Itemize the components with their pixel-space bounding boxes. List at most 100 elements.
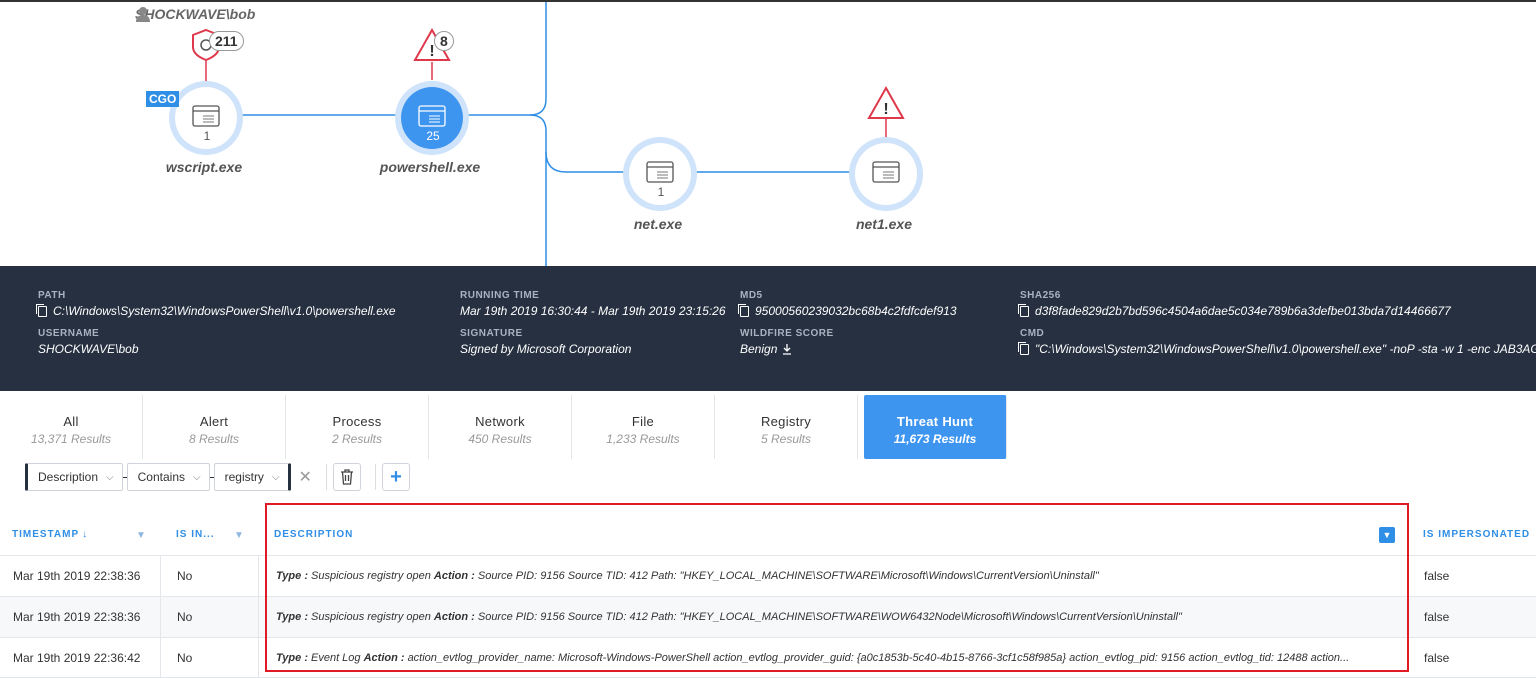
copy-icon[interactable] [738,303,749,317]
filter-field-value: Description [38,470,99,484]
column-divider [258,556,259,596]
wildfire-value: Benign [740,342,778,356]
column-header-timestamp[interactable]: TIMESTAMP ↓ [12,514,142,555]
node-net[interactable] [623,137,697,211]
tab-count: 13,371 Results [30,432,112,446]
username-label: USERNAME [38,328,100,339]
column-header-label: TIMESTAMP [12,529,80,540]
tab-label: Network [475,414,525,429]
filter-bar: Description ⌵ Contains ⌵ registry ⌵ ✕ + [25,462,424,492]
description-cell: Type : Event Log Action : action_evtlog_pr… [276,638,1376,677]
path-label: PATH [38,290,66,301]
type-value: Event Log [311,651,361,664]
type-value: Suspicious registry open [311,570,431,582]
copy-icon[interactable] [1018,341,1029,355]
filter-operator-select[interactable]: Contains ⌵ [126,463,210,491]
sort-arrow-icon: ↓ [82,529,89,540]
tab-label: Process [332,414,382,429]
table-row[interactable]: Mar 19th 2019 22:38:36 No Type : Suspicio… [0,597,1536,638]
wildfire-label: WILDFIRE SCORE [740,328,834,339]
filter-value-text: registry [224,470,264,484]
download-icon[interactable] [781,343,793,355]
tab-registry[interactable]: Registry 5 Results [715,395,858,459]
filter-icon[interactable]: ▼ [136,530,146,541]
node-powershell[interactable] [395,81,469,155]
username-value: SHOCKWAVE\bob [38,342,139,356]
warning-icon[interactable]: ! [867,85,905,119]
column-header-is-impersonated[interactable]: IS IMPERSONATED [1423,514,1536,555]
tab-count: 450 Results [468,432,532,446]
timestamp-cell: Mar 19th 2019 22:38:36 [13,610,141,624]
table-row[interactable]: Mar 19th 2019 22:38:36 No Type : Suspicio… [0,556,1536,597]
column-header-description[interactable]: DESCRIPTION [274,514,574,555]
results-tabs: All 13,371 Results Alert 8 Results Process… [0,395,1007,459]
type-label: Type : [276,651,308,664]
table-row[interactable]: Mar 19th 2019 22:36:42 No Type : Event Lo… [0,638,1536,678]
node-label: wscript.exe [165,159,243,175]
signature-field: SIGNATURE Signed by Microsoft Corporatio… [460,328,631,356]
tab-network[interactable]: Network 450 Results [429,395,572,459]
impersonated-cell: false [1424,650,1450,665]
table-header: TIMESTAMP ↓ ▼ IS IN... ▼ DESCRIPTION ▼ IS… [0,514,1536,556]
tab-count: 11,673 Results [893,432,977,446]
tab-label: Threat Hunt [896,414,974,429]
action-label: Action : [363,651,405,664]
tab-count: 8 Results [188,432,240,446]
clear-filter-icon[interactable]: ✕ [299,467,312,487]
copy-icon[interactable] [36,303,47,317]
filter-connector [209,476,214,478]
node-wscript[interactable] [169,81,243,155]
tab-alert[interactable]: Alert 8 Results [143,395,286,459]
process-details-panel: PATH C:\Windows\System32\WindowsPowerShe… [0,266,1536,391]
tab-threat-hunt[interactable]: Threat Hunt 11,673 Results [864,395,1007,459]
filter-field-select[interactable]: Description ⌵ [25,463,123,491]
running-time-label: RUNNING TIME [460,290,540,301]
column-divider [258,638,259,677]
signature-value: Signed by Microsoft Corporation [460,342,632,356]
sha256-label: SHA256 [1020,290,1061,301]
node-label: net1.exe [855,216,913,232]
node-net1[interactable] [849,137,923,211]
type-label: Type : [276,611,308,623]
column-header-is-in[interactable]: IS IN... [176,514,236,555]
tab-count: 5 Results [760,432,812,446]
cmd-value: "C:\Windows\System32\WindowsPowerShell\v… [1035,342,1536,356]
sha256-field: SHA256 d3f8fade829d2b7bd596c4504a6dae5c0… [1018,290,1451,318]
tab-label: Registry [760,414,812,429]
timestamp-cell: Mar 19th 2019 22:36:42 [13,650,141,665]
filter-value-select[interactable]: registry ⌵ [213,463,291,491]
divider [325,464,327,490]
path-value: C:\Windows\System32\WindowsPowerShell\v1… [53,304,396,318]
tab-file[interactable]: File 1,233 Results [572,395,715,459]
delete-filter-button[interactable] [332,463,361,491]
user-icon [136,7,150,22]
add-filter-button[interactable]: + [381,463,410,491]
alert-count-badge: 8 [434,31,454,51]
process-graph: ! ! SHOCKWAVE\bob 211 8 CGO 1 25 1 wscri… [0,0,1536,268]
is-in-cell: No [177,610,193,624]
is-in-cell: No [177,569,193,583]
graph-user-name: SHOCKWAVE\bob [135,6,256,22]
sha256-value: d3f8fade829d2b7bd596c4504a6dae5c034e789b… [1035,304,1451,318]
impersonated-cell: false [1424,569,1450,583]
cmd-field: CMD "C:\Windows\System32\WindowsPowerShe… [1018,328,1536,356]
copy-icon[interactable] [1018,303,1029,317]
md5-label: MD5 [740,290,763,301]
description-cell: Type : Suspicious registry open Action :S… [276,597,1376,637]
tab-all[interactable]: All 13,371 Results [0,395,143,459]
node-count: 1 [657,185,665,199]
graph-user: SHOCKWAVE\bob [135,6,255,22]
filter-operator-value: Contains [137,470,185,484]
svg-text:!: ! [883,101,888,118]
chevron-down-icon: ⌵ [193,471,201,483]
plus-icon: + [390,465,402,488]
filter-icon[interactable]: ▼ [234,530,244,541]
action-value: Source PID: 9156 Source TID: 412 Path: "… [477,570,1099,582]
signature-label: SIGNATURE [460,328,523,339]
svg-text:!: ! [429,43,434,60]
node-count: 1 [203,129,211,143]
tab-label: Alert [199,414,229,429]
tab-process[interactable]: Process 2 Results [286,395,429,459]
filter-active-icon[interactable]: ▼ [1379,527,1395,543]
action-value: Source PID: 9156 Source TID: 412 Path: "… [477,611,1182,623]
